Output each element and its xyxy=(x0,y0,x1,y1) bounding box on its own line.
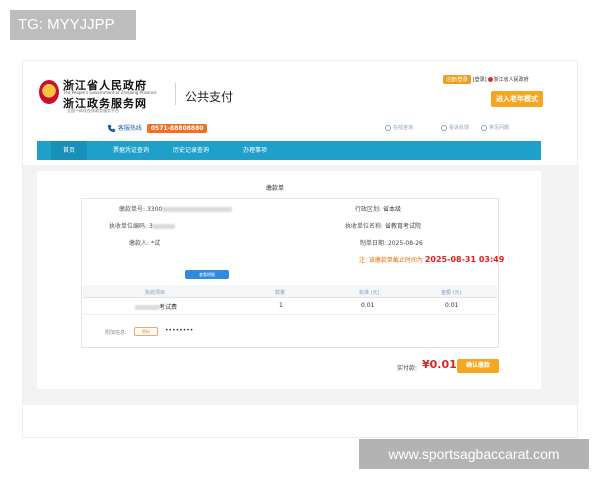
watermark-bottom: www.sportsagbaccarat.com xyxy=(359,439,589,469)
date-field: 制单日期: 2025-08-26 xyxy=(360,240,423,247)
hotline: 客服热线 0571-88808880 xyxy=(107,123,208,133)
hotline-label: 客服热线 xyxy=(117,125,142,132)
unit-code-field: 执收单位编码: 3 xyxy=(109,221,175,230)
paid-amount: ¥0.01 xyxy=(422,358,457,371)
watermark-top: TG: MYYJJPP xyxy=(10,10,136,40)
elder-mode-button[interactable]: 进入老年模式 xyxy=(491,91,543,107)
faq-link[interactable]: 常见问题 xyxy=(481,124,509,131)
paid-label: 实付款: xyxy=(397,365,418,372)
online-consult-link[interactable]: 在线咨询 xyxy=(385,124,413,131)
col-standard: 标准 (元) xyxy=(359,290,380,296)
feedback-icon xyxy=(441,124,447,131)
masked-value xyxy=(135,305,159,310)
feedback-link[interactable]: 投诉反馈 xyxy=(441,124,469,131)
region-field: 行政区划: 省本级 xyxy=(355,206,401,213)
nav-receipt-query[interactable]: 票据凭证查询 xyxy=(113,141,149,160)
question-icon xyxy=(481,124,487,131)
user-bar: 注册/登录 [登录] 浙江省人民政府 xyxy=(443,75,529,84)
region-emblem-icon xyxy=(487,77,493,82)
row-amount: 0.01 xyxy=(445,302,459,309)
col-item: 执收项目 xyxy=(145,290,166,296)
view-detail-button[interactable]: 查看明细 xyxy=(185,270,229,279)
deadline-notice: 注: 该缴款单截止时间为 2025-08-31 03:49 xyxy=(359,255,505,264)
header-divider xyxy=(175,83,176,105)
attachment-tag: 密码 xyxy=(134,327,158,336)
row-standard: 0.01 xyxy=(361,302,375,309)
row-qty: 1 xyxy=(279,302,283,309)
nav-history-query[interactable]: 历史记录查询 xyxy=(173,141,209,160)
deadline-value: 2025-08-31 03:49 xyxy=(424,255,505,264)
masked-value xyxy=(152,224,175,229)
table-divider xyxy=(83,314,497,315)
site-title: 公共支付 xyxy=(185,90,234,104)
hotline-number: 0571-88808880 xyxy=(146,124,208,133)
login-link[interactable]: [登录] xyxy=(473,77,487,83)
col-amount: 金额 (元) xyxy=(441,290,462,296)
unit-name-field: 执收单位名称: 省教育考试院 xyxy=(345,223,421,230)
attachment-label: 附加信息: xyxy=(105,330,127,336)
payer-field: 缴款人: *试 xyxy=(129,240,160,247)
row-item: 考试费 xyxy=(135,302,177,311)
header-bar: 浙江省人民政府 The People's Government of Zheji… xyxy=(23,61,579,113)
login-button[interactable]: 注册/登录 xyxy=(443,75,471,84)
bill-no-field: 缴款单号: 3300 xyxy=(119,204,233,213)
portal-tagline: 全国一体化在线政务服务平台 xyxy=(67,108,119,113)
nav-services[interactable]: 办理事项 xyxy=(243,141,267,160)
nav-home[interactable]: 首页 xyxy=(51,141,88,160)
browser-frame: 浙江省人民政府 The People's Government of Zheji… xyxy=(22,60,579,438)
region-link[interactable]: 浙江省人民政府 xyxy=(494,77,529,83)
confirm-payment-button[interactable]: 确认缴款 xyxy=(457,359,499,373)
national-emblem-icon xyxy=(39,80,59,104)
bill-title: 缴款单 xyxy=(265,185,284,192)
chat-icon xyxy=(385,124,391,131)
attachment-value: •••••••• xyxy=(165,327,194,334)
col-qty: 数量 xyxy=(275,290,286,296)
main-nav: 首页 票据凭证查询 历史记录查询 办理事项 xyxy=(37,141,541,160)
masked-value xyxy=(162,207,233,212)
phone-icon xyxy=(107,124,116,133)
